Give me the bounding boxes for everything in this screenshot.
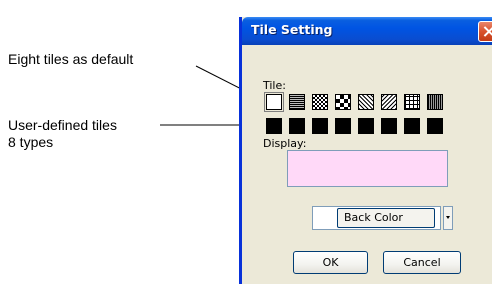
title-bar[interactable]: Tile Setting [242, 17, 492, 45]
close-icon[interactable] [478, 21, 492, 42]
display-preview [287, 150, 448, 187]
tile-user-3[interactable] [312, 118, 328, 134]
tile-default-8[interactable] [427, 94, 443, 110]
tile-default-5[interactable] [358, 94, 374, 110]
tile-user-7[interactable] [404, 118, 420, 134]
tile-default-4[interactable] [335, 94, 351, 110]
tile-default-2[interactable] [289, 94, 305, 110]
display-label: Display: [263, 137, 307, 150]
tile-default-7[interactable] [404, 94, 420, 110]
dialog-title: Tile Setting [251, 22, 333, 37]
back-color-button[interactable]: Back Color [337, 208, 435, 228]
tile-default-1[interactable] [264, 92, 284, 112]
tile-user-5[interactable] [358, 118, 374, 134]
tile-user-1[interactable] [266, 118, 282, 134]
cancel-button[interactable]: Cancel [383, 251, 461, 274]
annotation-user-defined: User-defined tiles [8, 117, 117, 133]
screenshot-stage: Eight tiles as default User-defined tile… [0, 0, 492, 284]
annotation-eight-tiles: Eight tiles as default [8, 51, 134, 67]
tile-default-6[interactable] [381, 94, 397, 110]
ok-button[interactable]: OK [293, 251, 368, 274]
tile-setting-dialog: Tile Setting Tile: Display: Back Color O… [239, 17, 492, 284]
color-swatch [315, 209, 333, 227]
annotation-8-types: 8 types [8, 134, 54, 150]
tile-user-4[interactable] [335, 118, 351, 134]
tile-user-8[interactable] [427, 118, 443, 134]
tile-user-2[interactable] [289, 118, 305, 134]
tile-default-3[interactable] [312, 94, 328, 110]
back-color-picker[interactable]: Back Color [312, 206, 441, 230]
tile-label: Tile: [263, 79, 286, 92]
tile-user-6[interactable] [381, 118, 397, 134]
chevron-down-icon[interactable] [443, 206, 453, 230]
